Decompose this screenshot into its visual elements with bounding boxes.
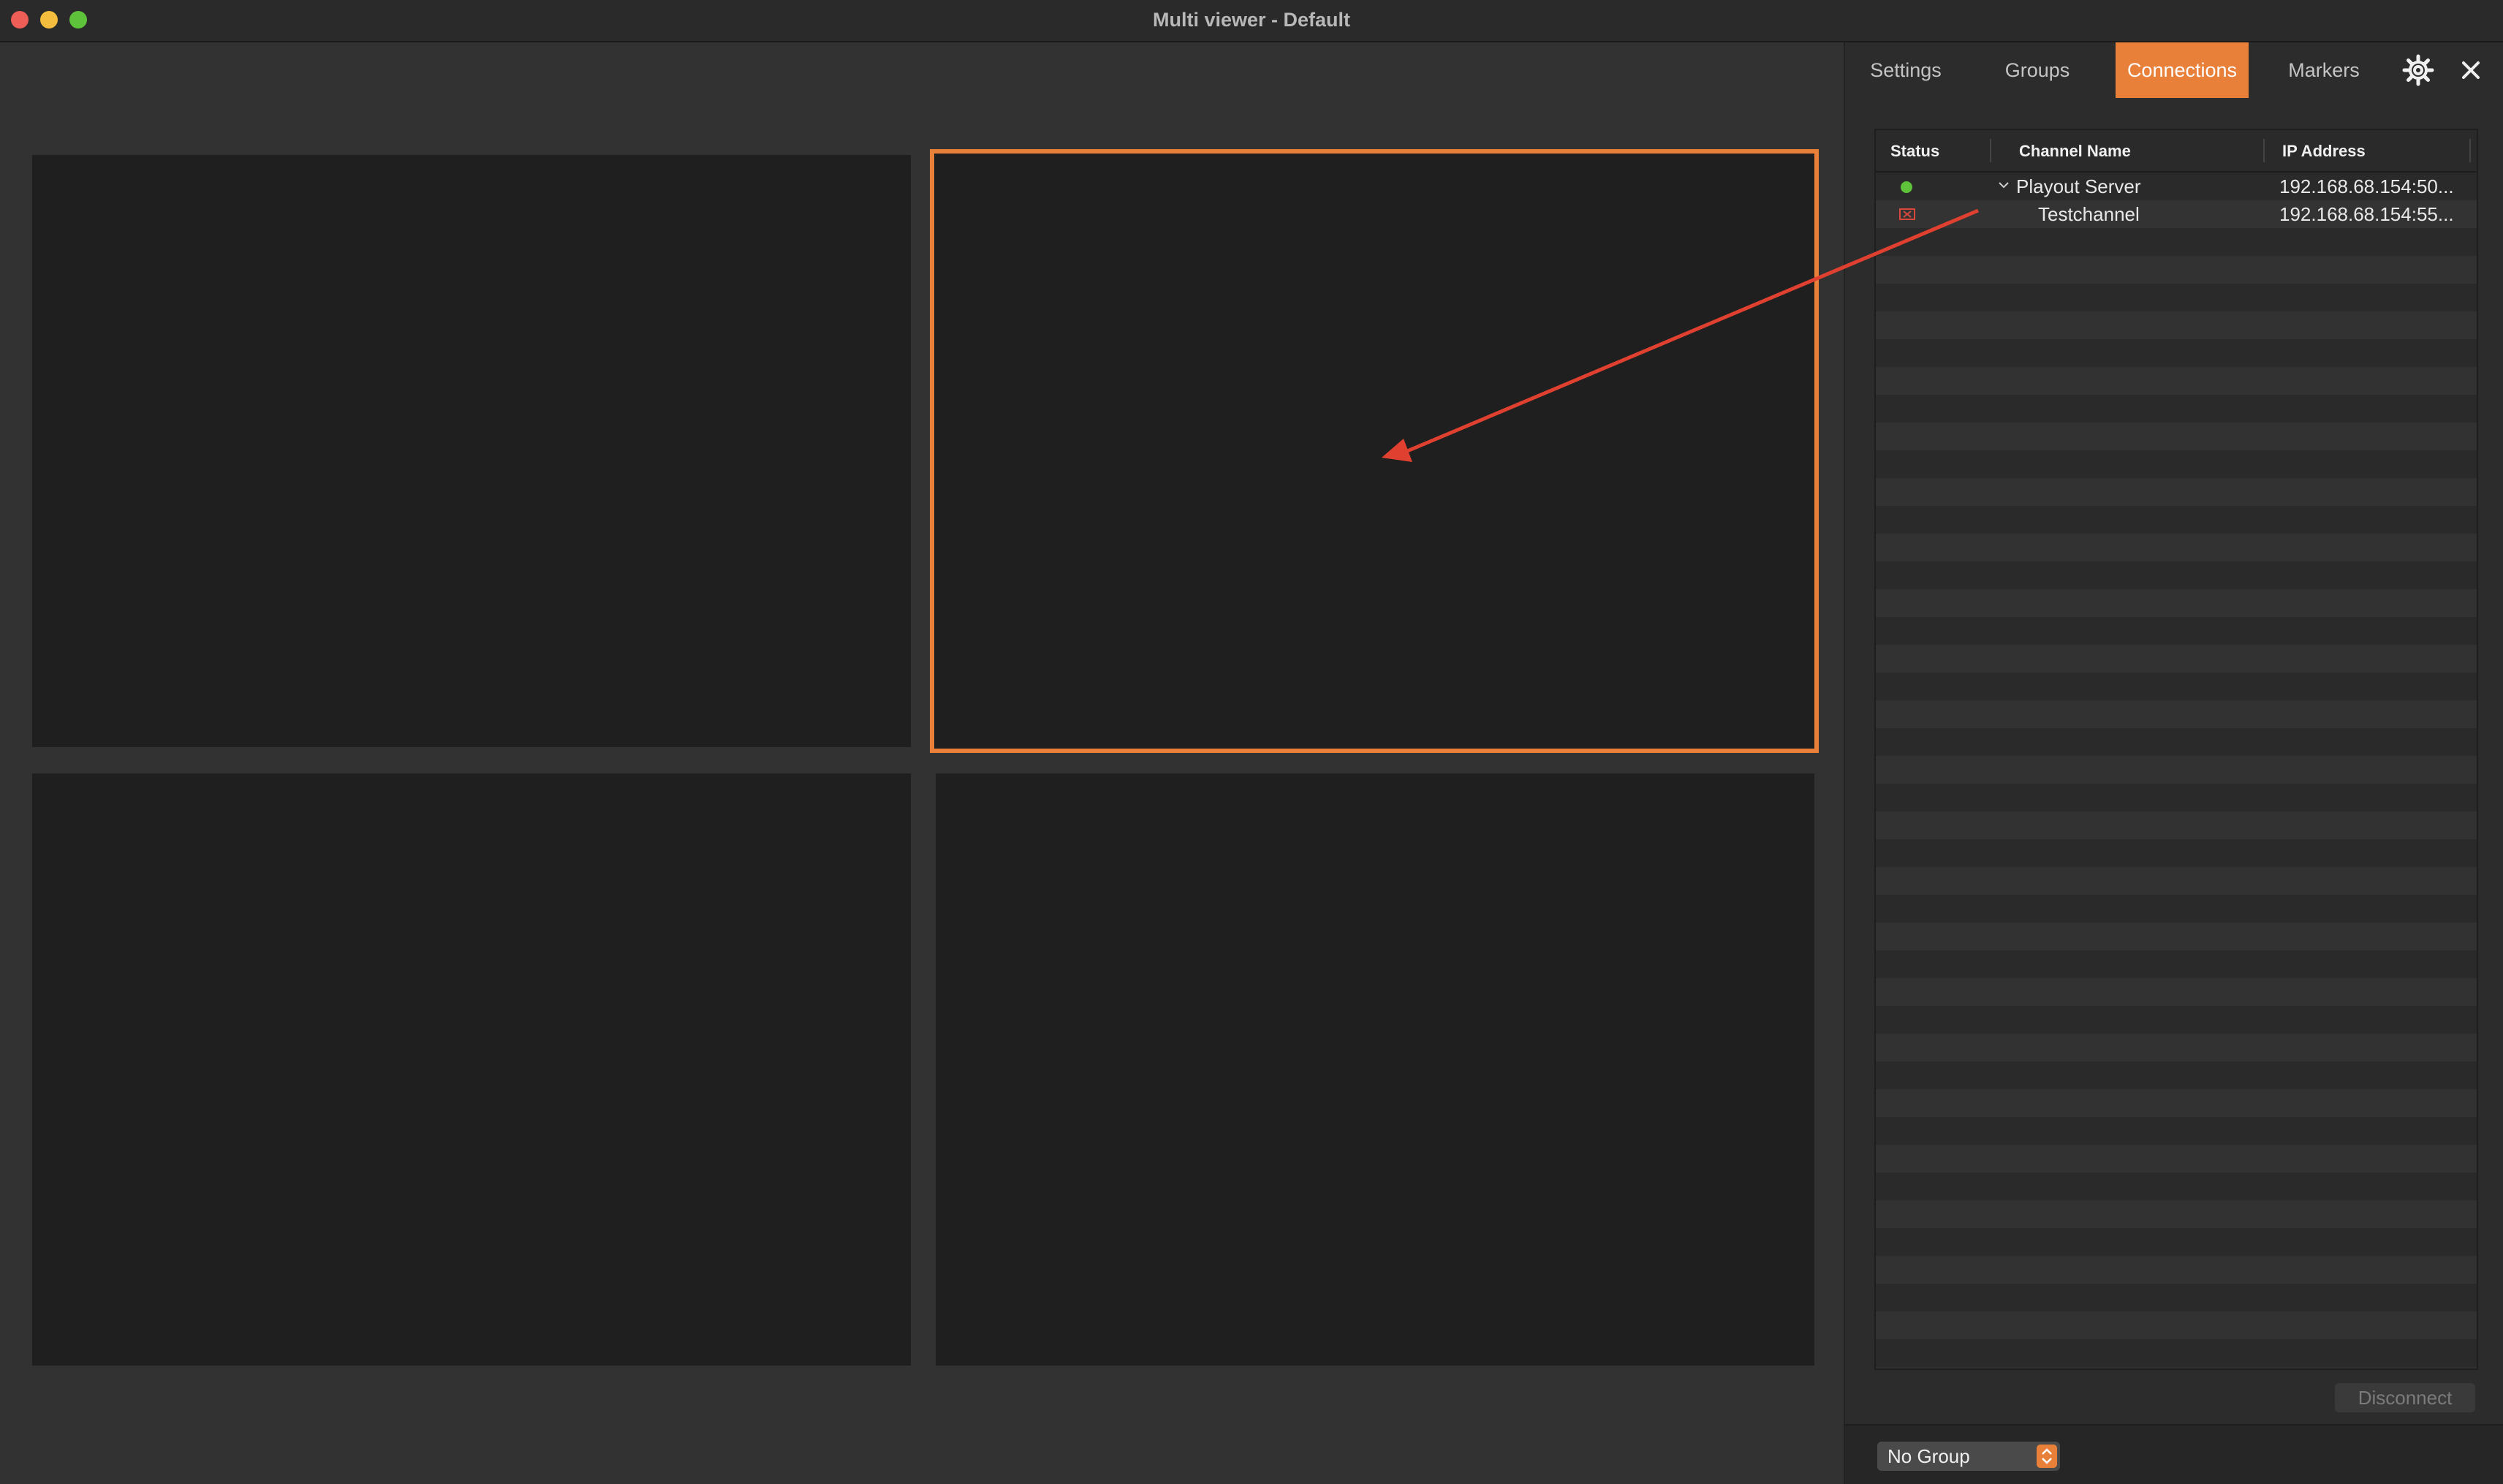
window-title: Multi viewer - Default xyxy=(1152,9,1351,31)
column-header-status[interactable]: Status xyxy=(1890,130,1939,171)
stepper-icon[interactable] xyxy=(2037,1445,2057,1468)
title-bar: Multi viewer - Default xyxy=(0,0,2503,42)
channel-name: Playout Server xyxy=(2016,175,2141,197)
close-icon[interactable] xyxy=(2452,51,2490,89)
table-row[interactable]: Playout Server 192.168.68.154:50... xyxy=(1876,173,2477,200)
error-icon xyxy=(1899,208,1915,220)
column-separator[interactable] xyxy=(2469,139,2471,162)
multiviewer-grid xyxy=(0,42,1842,1484)
connections-table: Status Channel Name IP Address Playout S… xyxy=(1874,129,2478,1370)
app-window: Multi viewer - Default Settings Groups C… xyxy=(0,0,2503,1484)
channel-name: Testchannel xyxy=(2038,203,2140,225)
column-separator[interactable] xyxy=(2263,139,2265,162)
group-select[interactable]: No Group xyxy=(1877,1442,2060,1471)
ip-address: 192.168.68.154:55... xyxy=(2279,203,2454,225)
tab-settings[interactable]: Settings xyxy=(1851,42,1961,98)
tab-groups[interactable]: Groups xyxy=(1983,42,2092,98)
tab-markers[interactable]: Markers xyxy=(2269,42,2379,98)
side-panel: Settings Groups Connections Markers Stat… xyxy=(1844,42,2503,1484)
chevron-down-icon[interactable] xyxy=(1997,178,2010,192)
panel-footer: No Group xyxy=(1845,1424,2503,1484)
disconnect-button[interactable]: Disconnect xyxy=(2335,1383,2475,1412)
gear-icon[interactable] xyxy=(2399,51,2437,89)
viewer-tile-bottom-right[interactable] xyxy=(936,773,1814,1366)
viewer-tile-bottom-left[interactable] xyxy=(32,773,911,1366)
ip-address: 192.168.68.154:50... xyxy=(2279,175,2454,197)
column-header-channel-name[interactable]: Channel Name xyxy=(2019,130,2131,171)
table-body: Playout Server 192.168.68.154:50... Test… xyxy=(1876,173,2477,1368)
group-select-value: No Group xyxy=(1887,1445,1970,1467)
viewer-tile-top-right-selected[interactable] xyxy=(930,149,1819,753)
column-separator[interactable] xyxy=(1990,139,1991,162)
table-header: Status Channel Name IP Address xyxy=(1876,130,2477,173)
tab-connections[interactable]: Connections xyxy=(2116,42,2249,98)
status-dot-icon xyxy=(1901,181,1912,193)
viewer-tile-top-left[interactable] xyxy=(32,155,911,747)
panel-tabs: Settings Groups Connections Markers xyxy=(1845,42,2503,98)
table-row[interactable]: Testchannel 192.168.68.154:55... xyxy=(1876,200,2477,228)
column-header-ip-address[interactable]: IP Address xyxy=(2282,130,2366,171)
